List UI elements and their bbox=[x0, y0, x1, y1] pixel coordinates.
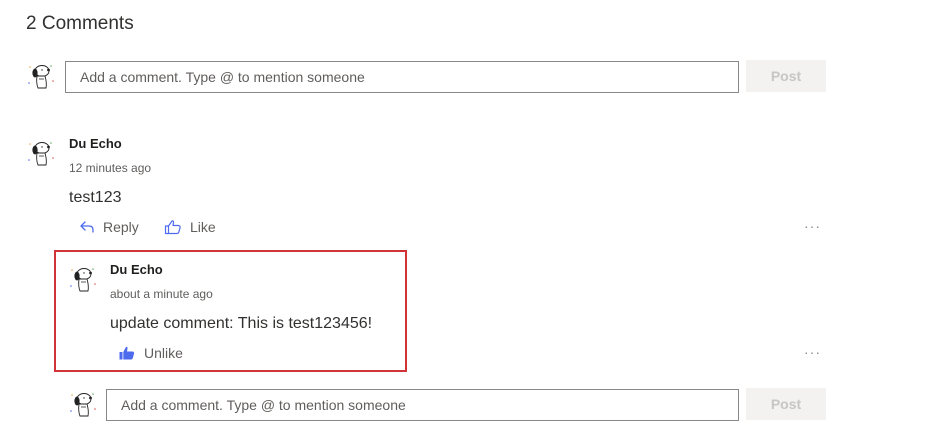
comment-text: test123 bbox=[69, 189, 122, 206]
comment-author-avatar bbox=[26, 138, 56, 168]
like-button[interactable]: Like bbox=[164, 219, 216, 235]
reply-more-button[interactable]: ··· bbox=[804, 344, 821, 360]
comments-count-title: 2 Comments bbox=[26, 13, 134, 34]
comment-author-name[interactable]: Du Echo bbox=[69, 136, 122, 151]
snoopy-avatar-icon bbox=[26, 138, 56, 168]
thumbs-up-filled-icon bbox=[119, 346, 135, 360]
reply-text: update comment: This is test123456! bbox=[110, 315, 373, 332]
reply-button[interactable]: Reply bbox=[79, 219, 139, 235]
reply-input-avatar bbox=[68, 389, 98, 419]
reply-label: Reply bbox=[103, 219, 139, 235]
unlike-label: Unlike bbox=[144, 345, 183, 361]
comment-timestamp: 12 minutes ago bbox=[69, 161, 152, 175]
reply-timestamp: about a minute ago bbox=[110, 287, 213, 301]
reply-post-button[interactable]: Post bbox=[746, 388, 826, 420]
snoopy-avatar-icon bbox=[68, 264, 98, 294]
snoopy-avatar-icon bbox=[68, 389, 98, 419]
snoopy-avatar-icon bbox=[26, 61, 56, 91]
current-user-avatar bbox=[26, 61, 56, 91]
reply-comment-input[interactable] bbox=[106, 389, 739, 421]
comment-more-button[interactable]: ··· bbox=[804, 218, 821, 234]
unlike-button[interactable]: Unlike bbox=[118, 345, 183, 361]
reply-highlight-box bbox=[54, 250, 407, 372]
reply-author-avatar bbox=[68, 264, 98, 294]
new-comment-input[interactable] bbox=[65, 61, 739, 93]
reply-arrow-icon bbox=[80, 221, 94, 233]
like-label: Like bbox=[190, 219, 216, 235]
thumbs-up-outline-icon bbox=[164, 220, 181, 235]
reply-author-name[interactable]: Du Echo bbox=[110, 262, 163, 277]
post-button[interactable]: Post bbox=[746, 60, 826, 92]
